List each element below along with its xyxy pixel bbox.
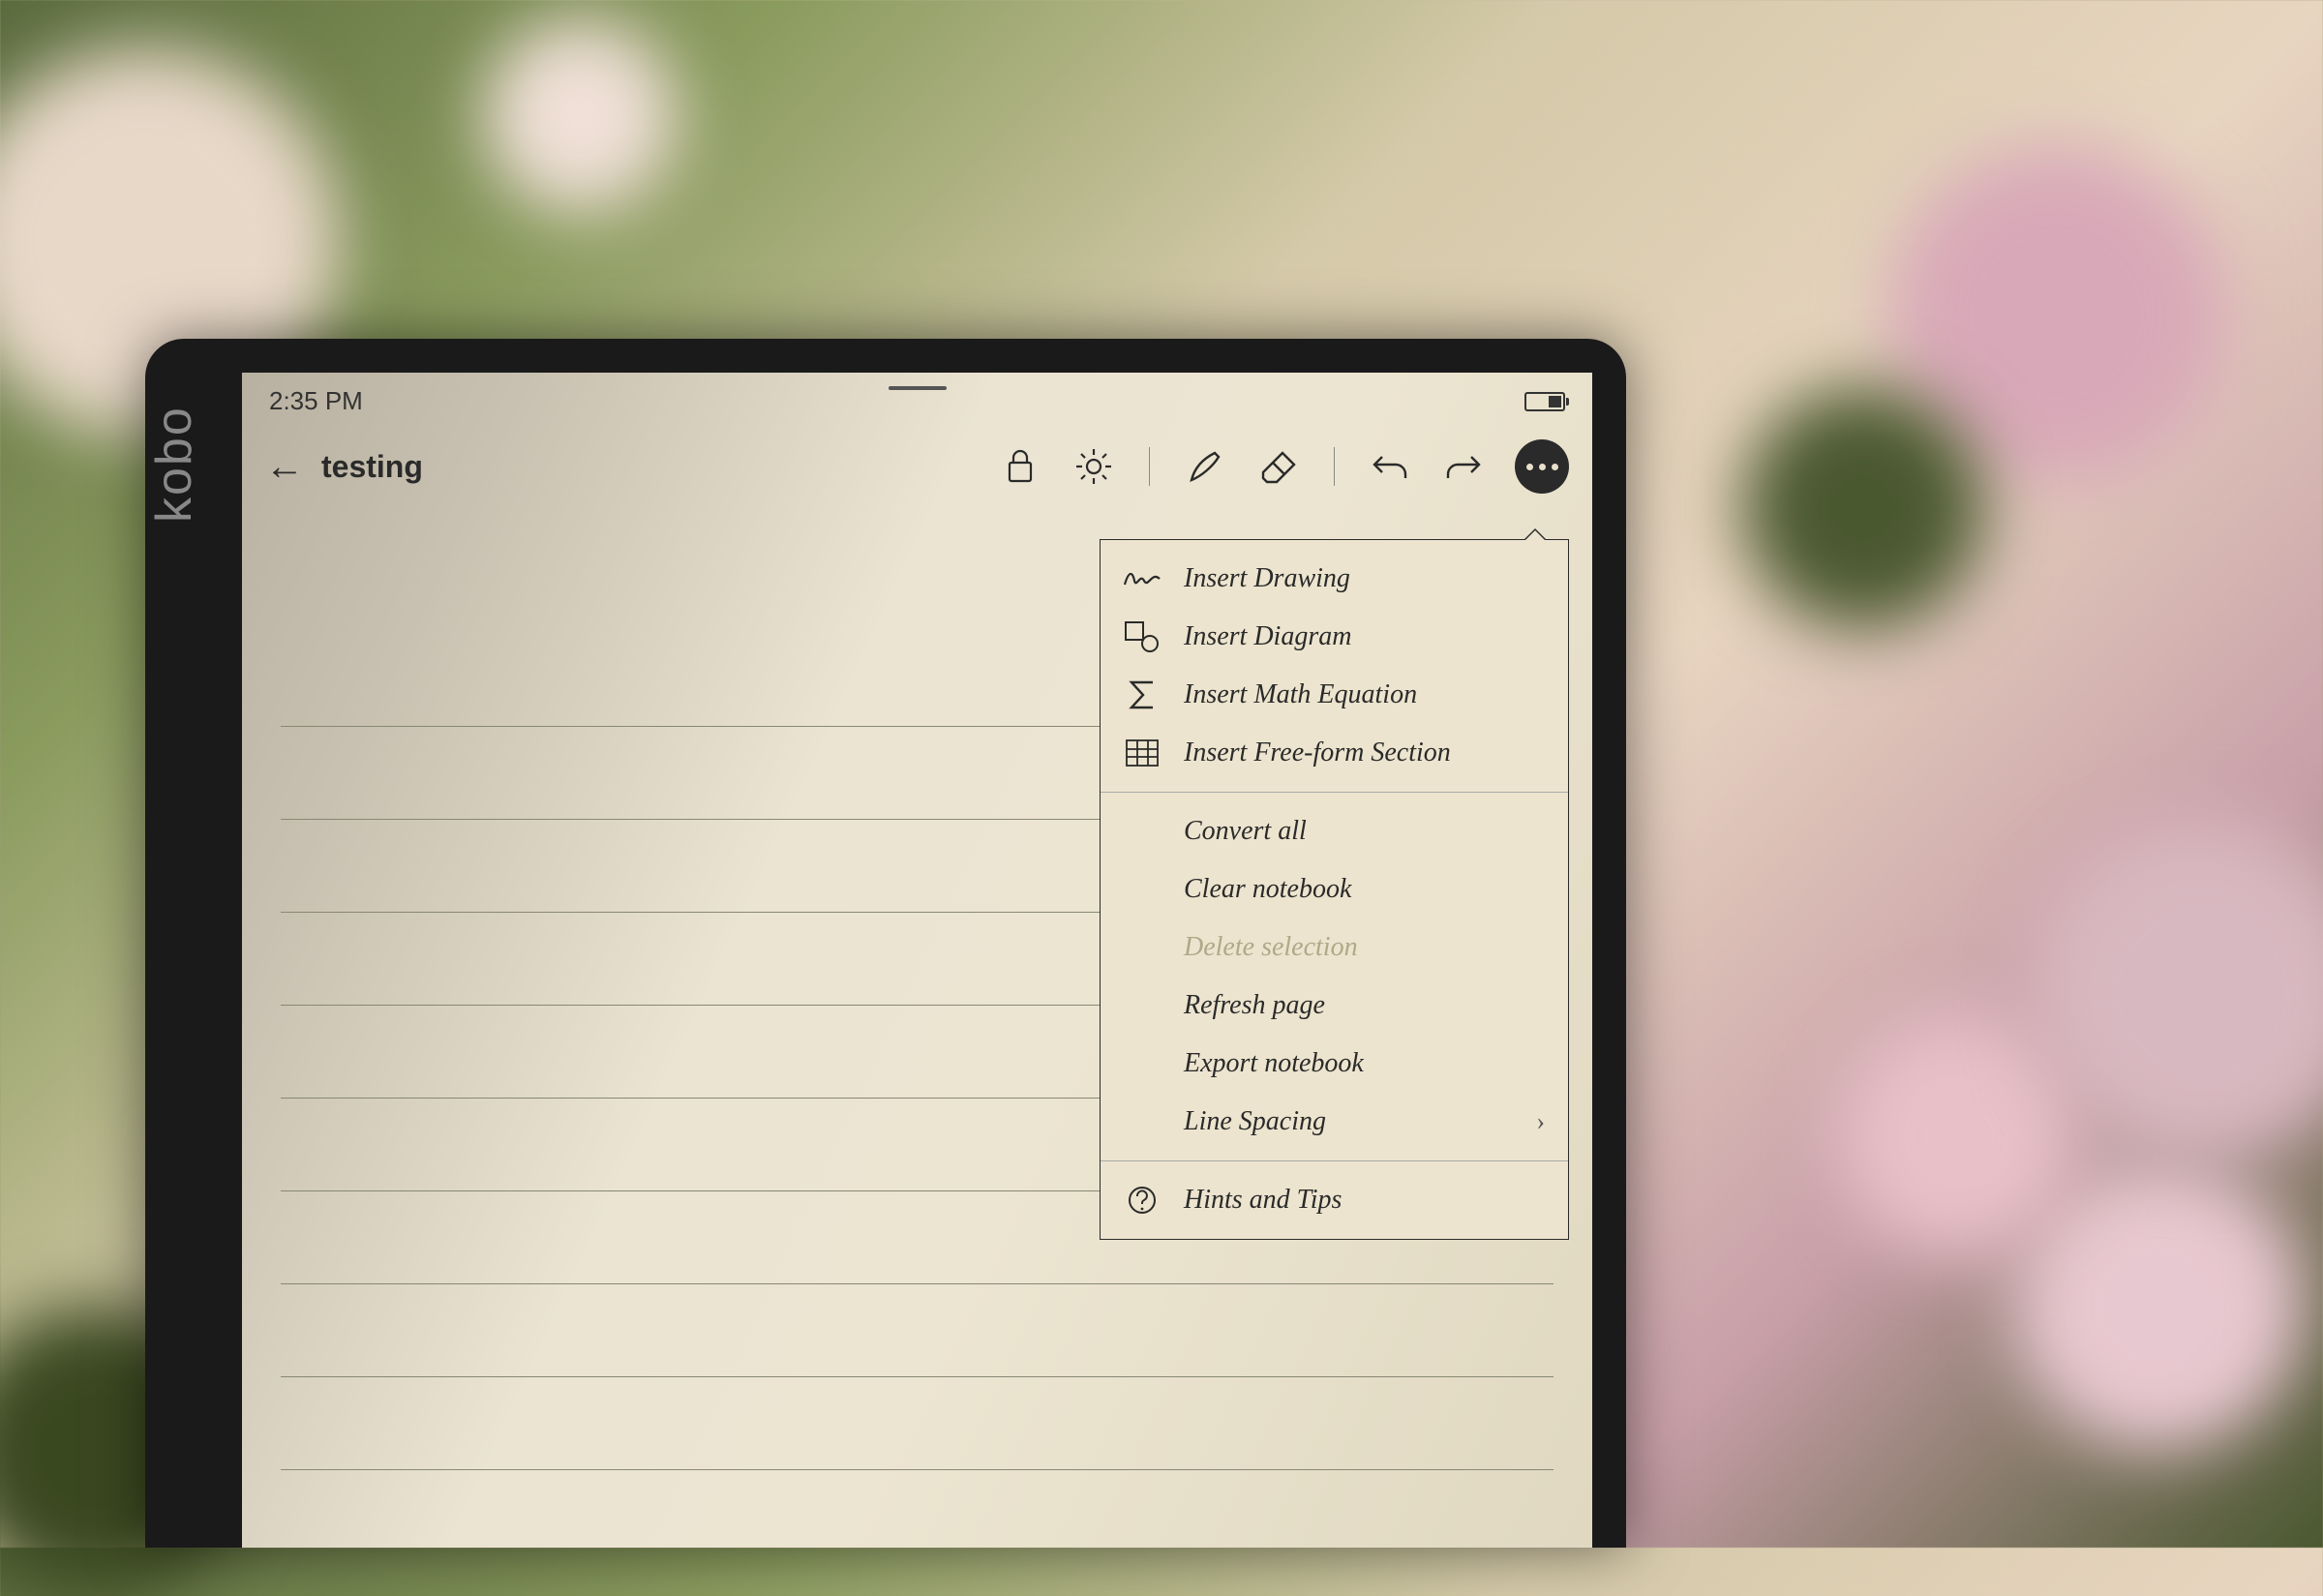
menu-insert-diagram[interactable]: Insert Diagram [1101,608,1568,666]
editor-header: ← testing [242,424,1592,511]
menu-insert-drawing[interactable]: Insert Drawing [1101,550,1568,608]
menu-clear-notebook[interactable]: Clear notebook [1101,860,1568,918]
menu-item-label: Convert all [1184,816,1307,847]
menu-export-notebook[interactable]: Export notebook [1101,1035,1568,1093]
ruled-line [281,1470,1554,1548]
eraser-icon[interactable] [1256,444,1301,489]
menu-refresh-page[interactable]: Refresh page [1101,977,1568,1035]
menu-item-label: Line Spacing [1184,1106,1326,1137]
menu-item-label: Delete selection [1184,932,1358,963]
battery-icon [1524,392,1565,411]
menu-convert-all[interactable]: Convert all [1101,802,1568,860]
redo-icon[interactable] [1441,444,1486,489]
help-icon [1122,1183,1162,1218]
ruled-line [281,1284,1554,1377]
menu-item-label: Hints and Tips [1184,1185,1342,1216]
menu-insert-math[interactable]: Insert Math Equation [1101,666,1568,724]
device-brand-label: kobo [145,406,203,523]
more-menu-dropdown: Insert Drawing Insert Diagram [1100,539,1569,1240]
shapes-icon [1122,619,1162,654]
home-handle[interactable] [889,386,947,390]
lock-icon[interactable] [998,444,1042,489]
undo-icon[interactable] [1368,444,1412,489]
toolbar-separator [1149,447,1150,486]
ereader-device: kobo 2:35 PM ← testing [145,339,1626,1548]
menu-item-label: Insert Math Equation [1184,679,1417,710]
menu-item-label: Export notebook [1184,1048,1364,1079]
ruled-line [281,1377,1554,1470]
menu-line-spacing[interactable]: Line Spacing › [1101,1093,1568,1151]
grid-icon [1122,736,1162,770]
menu-item-label: Clear notebook [1184,874,1351,905]
menu-insert-freeform[interactable]: Insert Free-form Section [1101,724,1568,782]
menu-item-label: Refresh page [1184,990,1325,1021]
menu-hints-tips[interactable]: Hints and Tips [1101,1171,1568,1229]
toolbar-separator [1334,447,1335,486]
background-leaf [1742,387,1984,629]
background-flower [484,19,678,213]
scribble-icon [1122,561,1162,596]
brightness-icon[interactable] [1071,444,1116,489]
more-menu-button[interactable] [1515,439,1569,494]
document-title: testing [321,449,423,485]
status-bar: 2:35 PM [242,373,1592,424]
menu-item-label: Insert Diagram [1184,621,1351,652]
chevron-right-icon: › [1536,1107,1545,1136]
menu-delete-selection: Delete selection [1101,918,1568,977]
device-screen: 2:35 PM ← testing [242,373,1592,1548]
sigma-icon [1122,678,1162,712]
back-arrow-icon: ← [265,447,304,486]
menu-item-label: Insert Drawing [1184,563,1350,594]
back-button[interactable]: ← testing [265,447,423,486]
menu-item-label: Insert Free-form Section [1184,738,1451,768]
status-time: 2:35 PM [269,386,363,416]
pen-icon[interactable] [1183,444,1227,489]
editor-toolbar [998,439,1569,494]
